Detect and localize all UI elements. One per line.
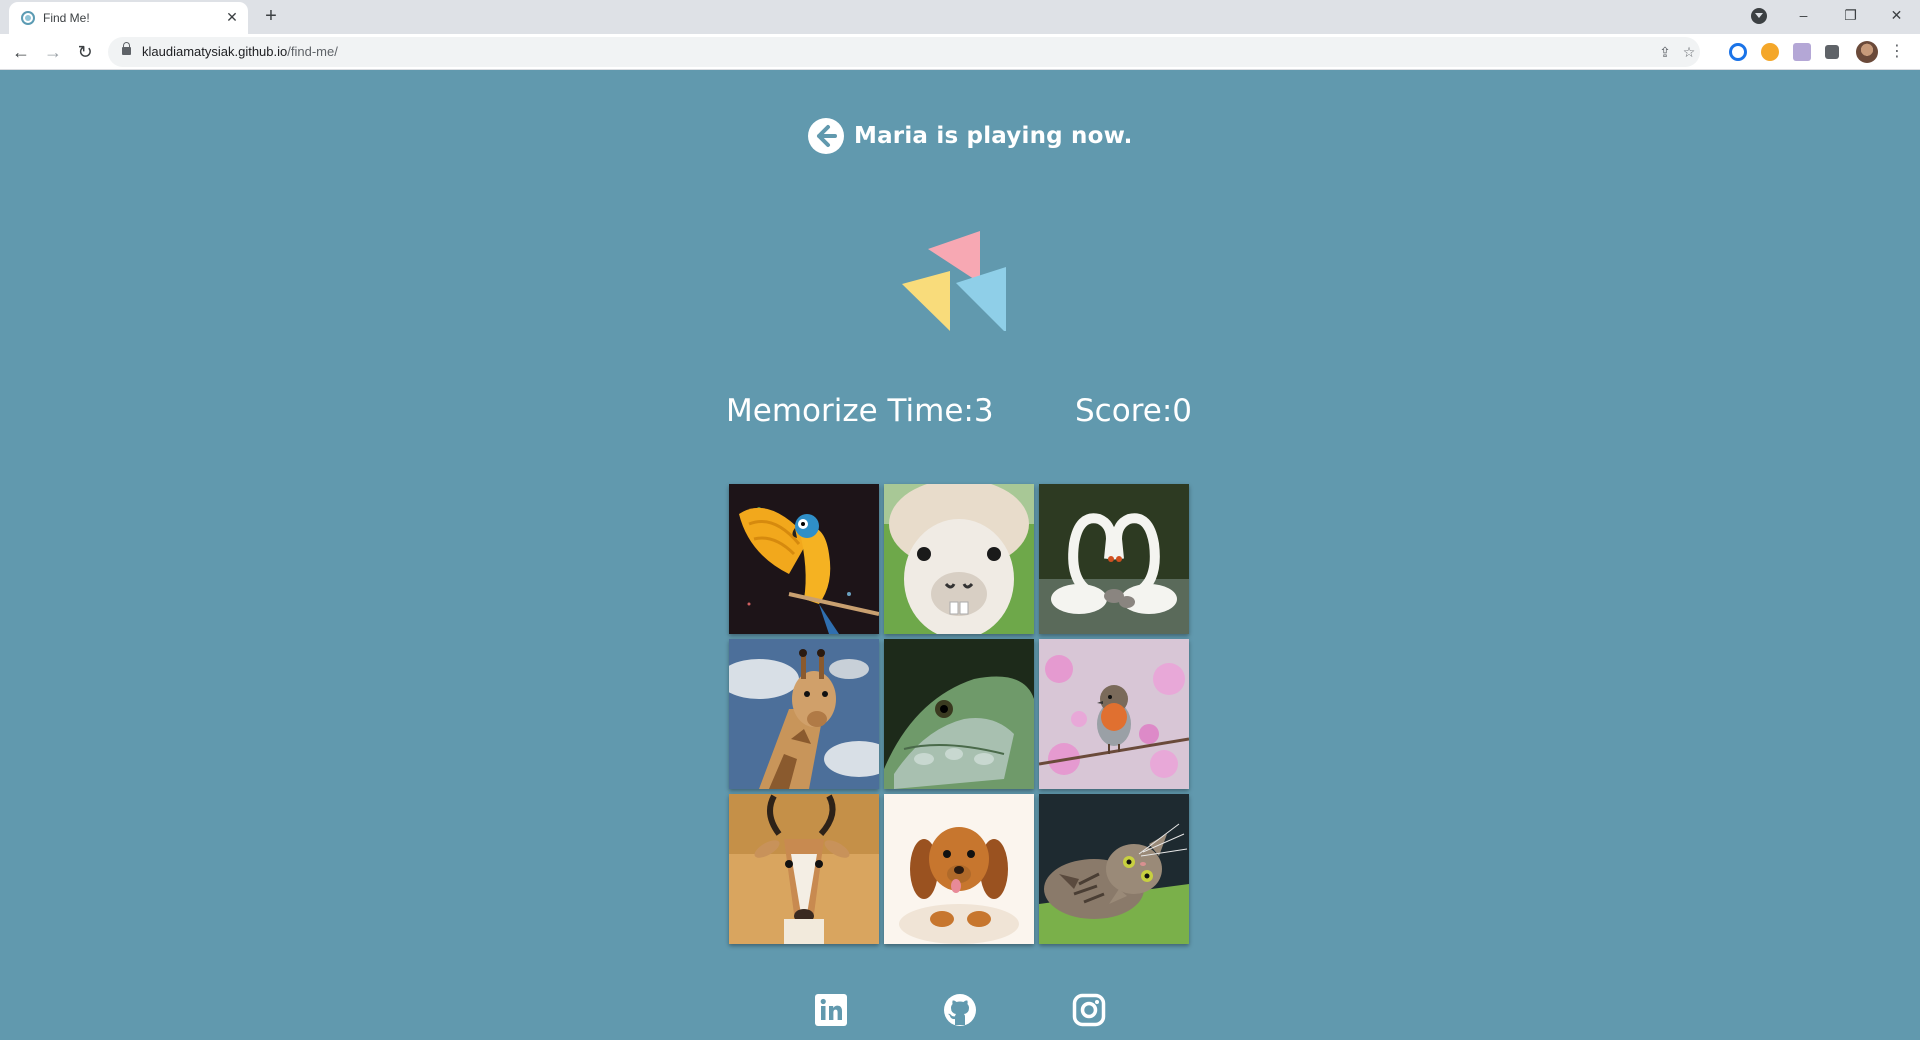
logo-yellow-triangle xyxy=(902,271,950,331)
close-window-button[interactable]: ✕ xyxy=(1874,0,1919,30)
lock-icon[interactable] xyxy=(122,42,131,55)
bookmark-star-icon[interactable]: ☆ xyxy=(1680,43,1698,61)
back-arrow-icon[interactable]: ← xyxy=(7,38,35,66)
logo-blue-triangle xyxy=(956,267,1006,331)
instagram-icon[interactable] xyxy=(1072,993,1106,1027)
url-text[interactable]: klaudiamatysiak.github.io/find-me/ xyxy=(142,44,338,59)
card-iguana[interactable] xyxy=(884,639,1034,789)
card-cat[interactable] xyxy=(1039,794,1189,944)
memorize-time-label: Memorize Time:3 xyxy=(726,393,994,429)
forward-arrow-icon[interactable]: → xyxy=(39,38,67,66)
tab-title: Find Me! xyxy=(43,11,90,25)
restore-button[interactable]: ❐ xyxy=(1828,0,1873,30)
score-label: Score:0 xyxy=(1075,393,1192,429)
robin-image xyxy=(1039,639,1189,789)
card-gazelle[interactable] xyxy=(729,794,879,944)
player-header: Maria is playing now. xyxy=(808,116,1133,156)
reload-icon[interactable]: ↻ xyxy=(71,38,99,66)
address-bar[interactable]: klaudiamatysiak.github.io/find-me/ ⇪ ☆ xyxy=(108,37,1700,67)
swans-image xyxy=(1039,484,1189,634)
card-parrot[interactable] xyxy=(729,484,879,634)
cat-image xyxy=(1039,794,1189,944)
extension-password-icon[interactable] xyxy=(1729,43,1747,61)
new-tab-button[interactable]: + xyxy=(260,5,282,27)
minimize-button[interactable]: – xyxy=(1781,0,1826,30)
puppy-image xyxy=(884,794,1034,944)
player-status-text: Maria is playing now. xyxy=(854,123,1133,149)
iguana-image xyxy=(884,639,1034,789)
social-links xyxy=(0,993,1920,1033)
card-giraffe[interactable] xyxy=(729,639,879,789)
gazelle-image xyxy=(729,794,879,944)
card-puppy[interactable] xyxy=(884,794,1034,944)
card-robin[interactable] xyxy=(1039,639,1189,789)
card-alpaca[interactable] xyxy=(884,484,1034,634)
share-icon[interactable]: ⇪ xyxy=(1656,43,1674,61)
profile-avatar[interactable] xyxy=(1856,41,1878,63)
stats-bar: Memorize Time:3 Score:0 xyxy=(0,393,1920,443)
browser-toolbar: ← → ↻ klaudiamatysiak.github.io/find-me/… xyxy=(0,34,1920,70)
github-icon[interactable] xyxy=(943,993,977,1027)
game-page: Maria is playing now. Memorize Time:3 Sc… xyxy=(0,71,1920,1040)
favicon-icon xyxy=(21,11,35,25)
card-grid xyxy=(729,484,1191,946)
giraffe-image xyxy=(729,639,879,789)
back-circle-arrow-icon[interactable] xyxy=(808,118,844,154)
extension-orange-icon[interactable] xyxy=(1761,43,1779,61)
browser-menu-icon[interactable]: ⋮ xyxy=(1889,40,1905,64)
tab-close-icon[interactable]: ✕ xyxy=(223,8,241,26)
alpaca-image xyxy=(884,484,1034,634)
extensions-puzzle-icon[interactable] xyxy=(1825,45,1839,59)
card-swans[interactable] xyxy=(1039,484,1189,634)
browser-tabstrip: Find Me! ✕ + – ❐ ✕ xyxy=(0,0,1920,34)
linkedin-icon[interactable] xyxy=(814,993,848,1027)
parrot-image xyxy=(729,484,879,634)
tab-search-icon[interactable] xyxy=(1751,8,1767,24)
triangles-logo xyxy=(902,231,1006,331)
browser-tab[interactable]: Find Me! ✕ xyxy=(9,2,248,34)
extension-unicorn-icon[interactable] xyxy=(1793,43,1811,61)
